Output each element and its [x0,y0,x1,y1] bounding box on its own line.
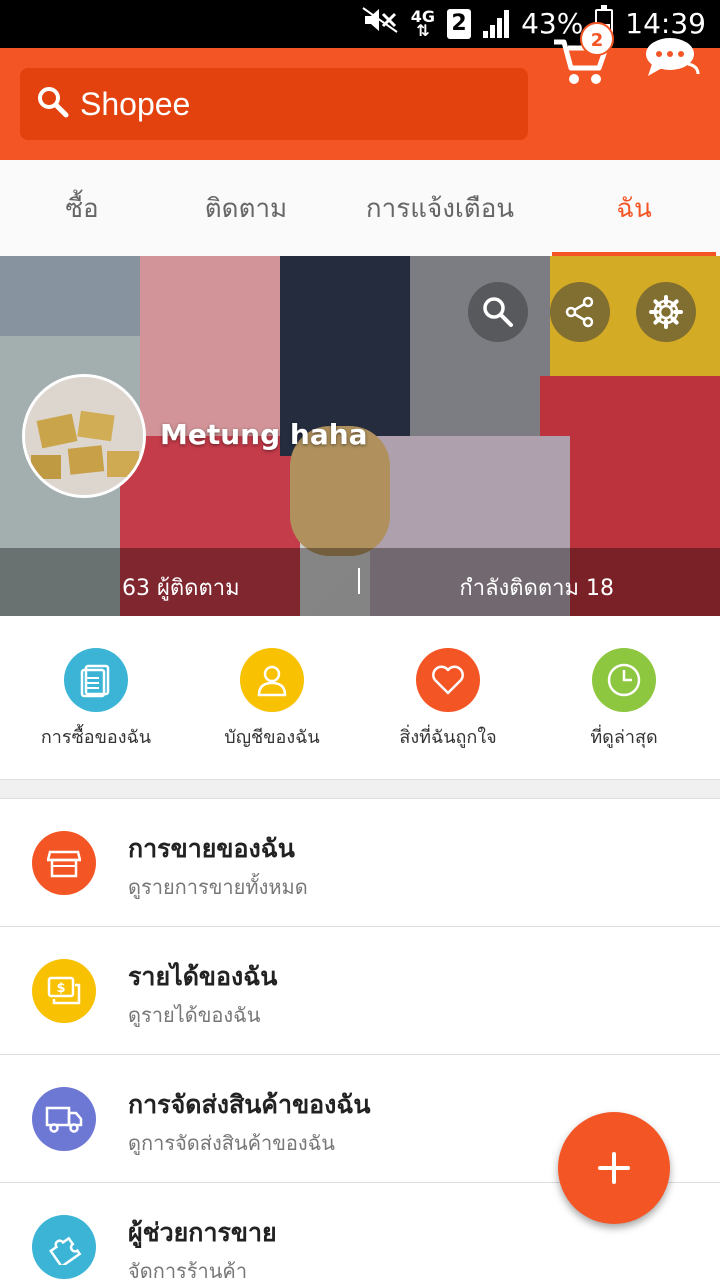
recently-viewed-button[interactable]: ที่ดูล่าสุด [536,648,712,751]
quick-action-label: บัญชีของฉัน [224,727,320,748]
money-icon: $ [32,959,96,1023]
menu-item-my-sales[interactable]: การขายของฉัน ดูรายการขายทั้งหมด [0,799,720,927]
my-likes-button[interactable]: สิ่งที่ฉันถูกใจ [360,648,536,751]
shop-icon [32,831,96,895]
avatar[interactable] [22,374,146,498]
share-icon [565,296,594,328]
search-icon [483,297,513,327]
document-icon [64,648,128,712]
follow-stats-bar: 63 ผู้ติดตาม กำลังติดตาม 18 [0,548,720,616]
menu-item-title: รายได้ของฉัน [128,962,278,991]
quick-actions: การซื้อของฉัน บัญชีของฉัน สิ่งที่ฉันถูกใ… [0,616,720,780]
tab-notifications[interactable]: การแจ้งเตือน [328,160,552,256]
tab-me[interactable]: ฉัน [552,160,716,256]
cart-count-badge: 2 [580,22,614,56]
divider [358,568,360,594]
menu-item-subtitle: จัดการร้านค้า [128,1259,248,1280]
tab-buy[interactable]: ซื้อ [0,160,164,256]
app-bar: Shopee [0,48,720,160]
heart-icon [416,648,480,712]
plus-icon [598,1152,630,1184]
menu-item-subtitle: ดูรายได้ของฉัน [128,1003,261,1027]
search-icon [36,85,70,123]
quick-action-label: ที่ดูล่าสุด [590,727,658,748]
followers-count[interactable]: 63 ผู้ติดตาม [122,570,240,605]
search-placeholder: Shopee [80,85,191,122]
sim-slot-badge: 2 [447,8,472,39]
person-icon [240,648,304,712]
menu-item-subtitle: ดูรายการขายทั้งหมด [128,875,308,899]
signal-icon [483,9,510,38]
tab-following[interactable]: ติดตาม [164,160,328,256]
menu-item-my-income[interactable]: $ รายได้ของฉัน ดูรายได้ของฉัน [0,927,720,1055]
chat-button[interactable] [644,34,700,80]
menu-item-subtitle: ดูการจัดส่งสินค้าของฉัน [128,1131,335,1155]
clock-icon [592,648,656,712]
share-button[interactable] [550,282,610,342]
cover-search-button[interactable] [468,282,528,342]
add-product-button[interactable] [558,1112,670,1224]
quick-action-label: การซื้อของฉัน [40,727,152,748]
mute-icon [361,6,399,41]
menu-item-title: การขายของฉัน [128,834,295,863]
my-account-button[interactable]: บัญชีของฉัน [184,648,360,751]
quick-action-label: สิ่งที่ฉันถูกใจ [399,727,497,748]
following-count[interactable]: กำลังติดตาม 18 [459,570,614,605]
svg-text:$: $ [56,981,65,996]
truck-icon [32,1087,96,1151]
puzzle-icon [32,1215,96,1279]
chat-icon [646,38,700,76]
menu-item-title: การจัดส่งสินค้าของฉัน [128,1090,371,1119]
my-purchases-button[interactable]: การซื้อของฉัน [8,648,184,751]
tab-bar: ซื้อ ติดตาม การแจ้งเตือน ฉัน [0,160,720,256]
settings-button[interactable] [636,282,696,342]
gear-icon [649,295,683,329]
username: Metung haha [160,418,368,451]
network-type-icon: 4G ⇅ [410,6,436,40]
menu-item-title: ผู้ช่วยการขาย [128,1218,277,1247]
search-bar[interactable]: Shopee [20,68,528,140]
